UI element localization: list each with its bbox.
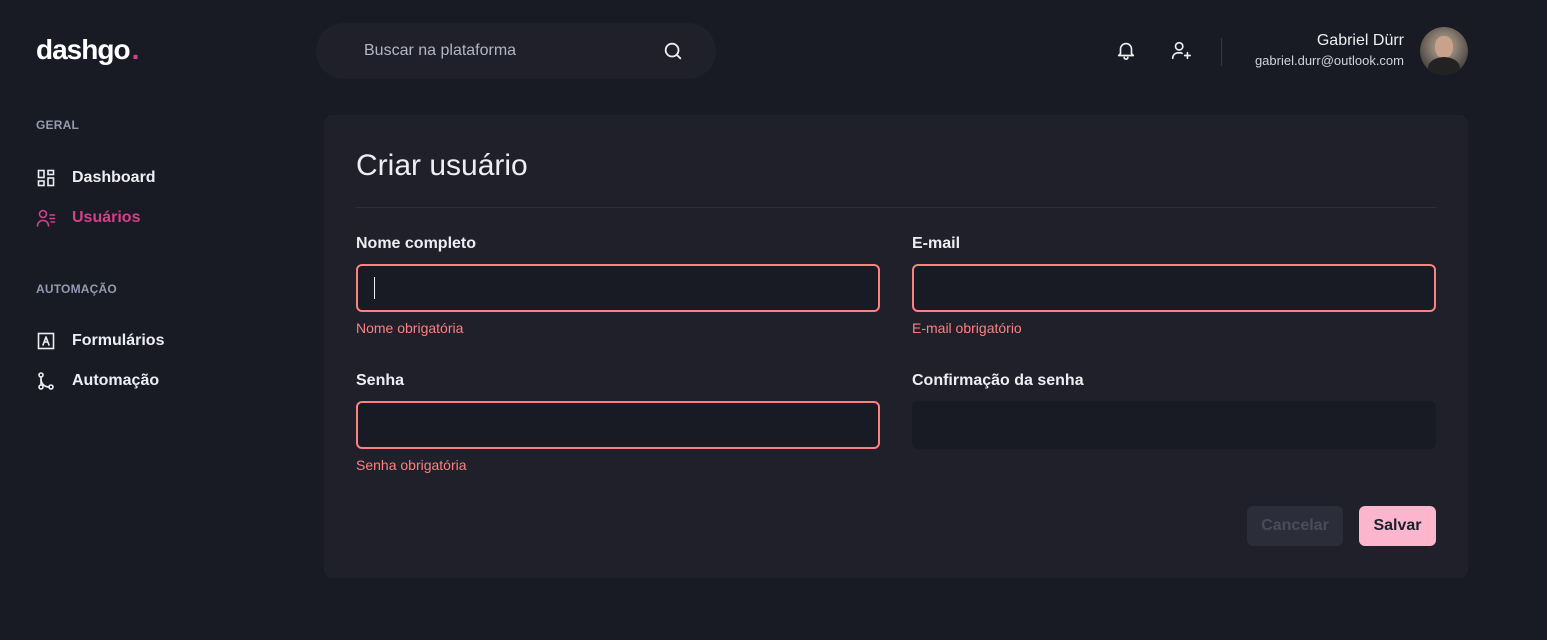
user-name: Gabriel Dürr — [1316, 32, 1404, 49]
email-error: E-mail obrigatório — [912, 320, 1022, 336]
email-field[interactable] — [912, 264, 1436, 312]
title-divider — [356, 207, 1436, 208]
sidebar-item-label: Usuários — [72, 209, 141, 226]
name-label: Nome completo — [356, 235, 477, 252]
text-caret — [374, 277, 375, 299]
sidebar-item-formularios[interactable]: Formulários — [36, 331, 164, 351]
dashboard-icon — [36, 168, 56, 188]
avatar[interactable] — [1420, 27, 1468, 75]
bell-icon[interactable] — [1115, 39, 1137, 61]
password-confirmation-label: Confirmação da senha — [912, 372, 1084, 389]
create-user-form: Criar usuário Nome completo Nome obrigat… — [324, 115, 1468, 578]
logo: dashgo. — [36, 34, 140, 66]
form-icon — [36, 331, 56, 351]
password-label: Senha — [356, 372, 405, 389]
sidebar-item-label: Automação — [72, 372, 160, 389]
user-profile[interactable]: Gabriel Dürr gabriel.durr@outlook.com — [1255, 30, 1404, 68]
name-error: Nome obrigatória — [356, 320, 464, 336]
sidebar-item-label: Formulários — [72, 332, 165, 349]
search-input[interactable] — [364, 42, 662, 60]
git-merge-icon — [36, 371, 56, 391]
page-title: Criar usuário — [356, 149, 528, 182]
sidebar-item-automacao[interactable]: Automação — [36, 371, 159, 391]
header-actions — [1115, 39, 1192, 61]
users-icon — [36, 208, 56, 228]
sidebar-section-geral: GERAL — [36, 118, 79, 132]
sidebar-item-usuarios[interactable]: Usuários — [36, 208, 140, 228]
sidebar-item-dashboard[interactable]: Dashboard — [36, 168, 156, 188]
search-icon[interactable] — [662, 40, 684, 62]
user-add-icon[interactable] — [1170, 39, 1192, 61]
password-confirmation-field[interactable] — [912, 401, 1436, 449]
sidebar-item-label: Dashboard — [72, 169, 156, 186]
user-email: gabriel.durr@outlook.com — [1254, 53, 1404, 68]
logo-dot: . — [131, 34, 140, 65]
password-error: Senha obrigatória — [356, 457, 467, 473]
save-button[interactable]: Salvar — [1359, 506, 1436, 546]
name-field[interactable] — [356, 264, 880, 312]
logo-text: dashgo — [36, 34, 131, 65]
sidebar-section-automacao: AUTOMAÇÃO — [36, 282, 117, 296]
header-divider — [1221, 38, 1222, 66]
cancel-button[interactable]: Cancelar — [1247, 506, 1343, 546]
email-label: E-mail — [912, 235, 961, 252]
password-field[interactable] — [356, 401, 880, 449]
search-bar[interactable] — [316, 23, 716, 79]
